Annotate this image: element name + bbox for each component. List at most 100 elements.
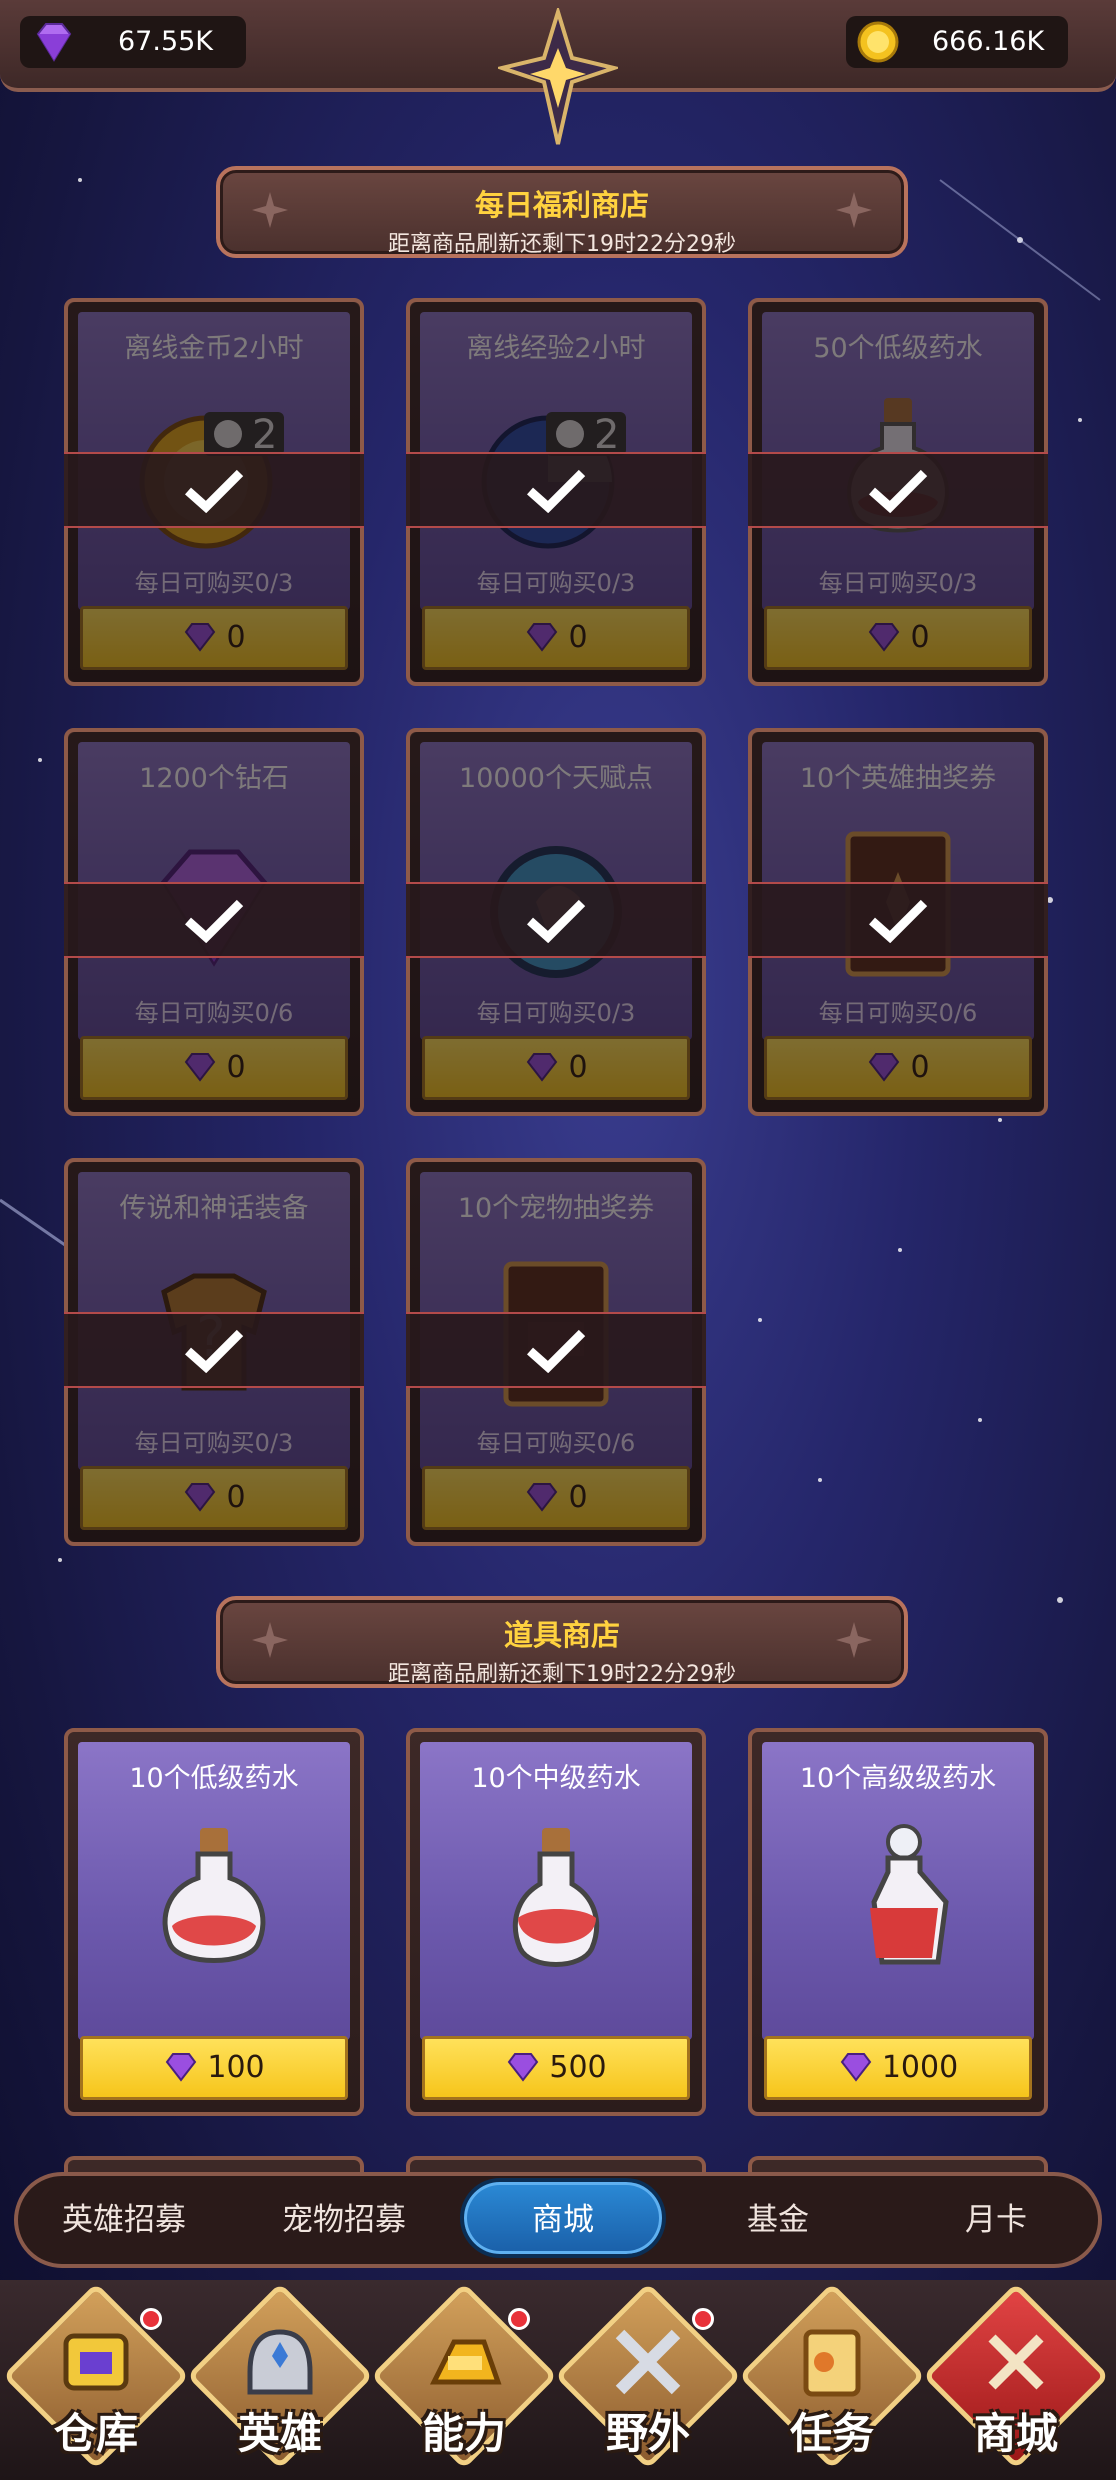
card-panel: 10个中级药水 (420, 1742, 692, 2040)
buy-button[interactable]: 0 (764, 1036, 1032, 1100)
shop-card[interactable]: 10个英雄抽奖券 每日可购买0/6 0 (748, 728, 1048, 1116)
notification-dot (692, 2308, 714, 2330)
checkmark-icon (527, 1329, 586, 1373)
checkmark-icon (185, 1329, 244, 1373)
shop-card[interactable]: 10个宠物抽奖券 每日可购买0/6 0 (406, 1158, 706, 1546)
checkmark-icon (869, 469, 928, 513)
sparkle-icon (836, 192, 872, 228)
item-name: 10个高级级药水 (799, 1763, 997, 1794)
tab-fund[interactable]: 基金 (688, 2176, 868, 2264)
notification-dot (140, 2308, 162, 2330)
purchase-limit: 每日可购买0/3 (476, 569, 636, 597)
notification-dot (508, 2308, 530, 2330)
item-name: 1200个钻石 (139, 763, 289, 794)
price-value: 0 (226, 1050, 246, 1085)
sparkle-icon (252, 1622, 288, 1658)
nav-shop[interactable]: 商城 (922, 2282, 1110, 2478)
nav-label: 能力 (421, 2409, 506, 2458)
shop-card[interactable]: 10个高级级药水 1000 (748, 1728, 1048, 2116)
mid-potion-icon (512, 1828, 600, 1967)
tab-hero-recruit[interactable]: 英雄招募 (34, 2176, 214, 2264)
quest-scroll-icon (803, 2329, 861, 2397)
nav-label: 仓库 (53, 2409, 138, 2458)
high-potion-icon (870, 1824, 949, 1965)
buy-button[interactable]: 0 (422, 1466, 690, 1530)
buy-button[interactable]: 0 (422, 1036, 690, 1100)
nav-quest[interactable]: 任务 (738, 2282, 926, 2478)
nav-ability[interactable]: 能力 (370, 2282, 558, 2478)
checkmark-icon (869, 899, 928, 943)
buy-button[interactable]: 0 (422, 606, 690, 670)
buy-button[interactable]: 0 (80, 1466, 348, 1530)
tab-shop[interactable]: 商城 (460, 2178, 666, 2258)
buy-button[interactable]: 0 (764, 606, 1032, 670)
purchased-overlay (406, 882, 706, 958)
purchased-overlay (64, 882, 364, 958)
nav-hero[interactable]: 英雄 (186, 2282, 374, 2478)
item-name: 传说和神话装备 (119, 1193, 309, 1224)
buy-button[interactable]: 1000 (764, 2036, 1032, 2100)
purchase-limit: 每日可购买0/6 (476, 1429, 636, 1457)
price-value: 0 (226, 620, 246, 655)
buy-button[interactable]: 0 (80, 1036, 348, 1100)
nav-label: 野外 (605, 2409, 690, 2458)
hero-helmet-icon (247, 2329, 313, 2395)
gem-amount: 67.55K (118, 26, 214, 57)
daily-shop-refresh-timer: 距离商品刷新还剩下19时22分29秒 (388, 232, 736, 257)
gem-counter[interactable]: 67.55K (20, 16, 246, 68)
purchase-limit: 每日可购买0/3 (134, 1429, 294, 1457)
item-shop-banner: 道具商店 距离商品刷新还剩下19时22分29秒 (216, 1596, 908, 1688)
purchased-overlay (748, 882, 1048, 958)
purchase-limit: 每日可购买0/3 (476, 999, 636, 1027)
purple-gem-icon (185, 1483, 216, 1512)
buy-button[interactable]: 0 (80, 606, 348, 670)
shop-card[interactable]: 10000个天赋点 每日可购买0/3 0 (406, 728, 706, 1116)
star-emblem-icon (498, 8, 618, 145)
price-value: 100 (207, 2050, 265, 2085)
purchased-overlay (406, 1312, 706, 1388)
buy-button[interactable]: 500 (422, 2036, 690, 2100)
card-panel: 10个低级药水 (78, 1742, 350, 2040)
purple-gem-icon (185, 623, 216, 652)
purple-gem-icon (36, 23, 72, 62)
shop-card[interactable]: 离线经验2小时 2 每日可购买0/3 0 (406, 298, 706, 686)
nav-warehouse[interactable]: 仓库 (2, 2282, 190, 2478)
price-value: 0 (910, 620, 930, 655)
purchased-overlay (64, 452, 364, 528)
price-value: 1000 (881, 2050, 959, 2085)
nav-wilderness[interactable]: 野外 (554, 2282, 742, 2478)
tab-monthly-card[interactable]: 月卡 (906, 2176, 1086, 2264)
shop-card[interactable]: 1200个钻石 每日可购买0/6 0 (64, 728, 364, 1116)
daily-shop-title: 每日福利商店 (474, 188, 649, 222)
price-value: 0 (226, 1480, 246, 1515)
item-shop-title: 道具商店 (503, 1618, 620, 1652)
item-name: 离线经验2小时 (466, 333, 646, 364)
item-shop-refresh-timer: 距离商品刷新还剩下19时22分29秒 (388, 1662, 736, 1687)
purchased-overlay (406, 452, 706, 528)
purple-gem-icon (840, 2053, 872, 2082)
item-name: 离线金币2小时 (124, 333, 304, 364)
shop-icon (988, 2334, 1044, 2390)
item-name: 10个低级药水 (129, 1763, 299, 1794)
purple-gem-icon (869, 623, 900, 652)
shop-card[interactable]: 10个低级药水 100 (64, 1728, 364, 2116)
item-name: 10000个天赋点 (459, 763, 653, 794)
price-value: 0 (568, 620, 588, 655)
gold-counter[interactable]: 666.16K (846, 16, 1068, 68)
card-panel: 10个高级级药水 (762, 1742, 1034, 2040)
buy-button[interactable]: 100 (80, 2036, 348, 2100)
crossed-swords-icon (615, 2329, 681, 2395)
tab-pet-recruit[interactable]: 宠物招募 (254, 2176, 434, 2264)
shop-card[interactable]: 传说和神话装备 ? 每日可购买0/3 0 (64, 1158, 364, 1546)
checkmark-icon (185, 899, 244, 943)
gold-coin-icon (857, 21, 899, 63)
purple-gem-icon (527, 623, 558, 652)
purple-gem-icon (527, 1053, 558, 1082)
shop-tab-bar: 英雄招募 宠物招募 商城 基金 月卡 (14, 2172, 1102, 2268)
ability-gold-icon (429, 2339, 502, 2385)
item-name: 10个英雄抽奖券 (799, 763, 997, 794)
shop-card[interactable]: 离线金币2小时 2 每日可购买0/3 0 (64, 298, 364, 686)
shop-card[interactable]: 50个低级药水 每日可购买0/3 0 (748, 298, 1048, 686)
shop-card[interactable]: 10个中级药水 500 (406, 1728, 706, 2116)
item-name: 10个中级药水 (471, 1763, 641, 1794)
